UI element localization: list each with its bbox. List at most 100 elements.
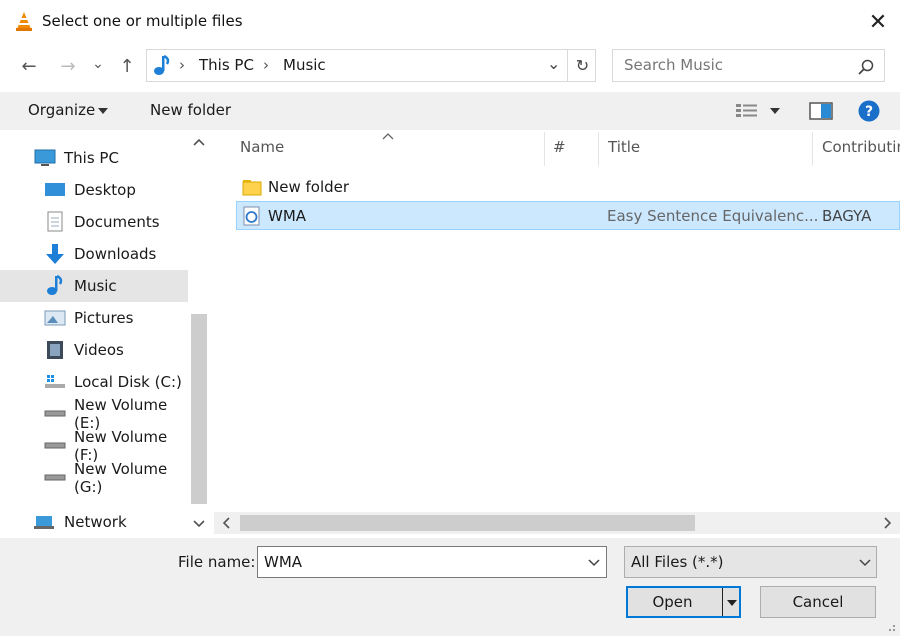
search-input[interactable]: Search Music <box>624 56 723 74</box>
sidebar-item-label: Local Disk (C:) <box>74 373 182 391</box>
search-icon[interactable] <box>858 59 874 75</box>
sidebar-item-videos[interactable]: Videos <box>0 334 188 366</box>
open-split-divider <box>722 588 723 616</box>
svg-text:?: ? <box>865 104 873 120</box>
folder-icon <box>242 179 262 195</box>
sidebar-item-label: Documents <box>74 213 160 231</box>
resize-grip-icon[interactable] <box>884 624 896 634</box>
sidebar-item-label: New Volume (E:) <box>74 396 168 432</box>
recent-locations-chevron-icon[interactable]: ⌄ <box>88 50 108 78</box>
horizontal-scroll-thumb[interactable] <box>240 515 695 531</box>
breadcrumb-separator: › <box>263 56 269 74</box>
scroll-right-icon[interactable] <box>884 517 892 529</box>
sidebar-item-documents[interactable]: Documents <box>0 206 188 238</box>
sort-ascending-icon <box>382 133 394 140</box>
file-row-new-folder[interactable]: New folder <box>236 172 900 201</box>
command-bar: Organize New folder ? <box>0 92 900 130</box>
open-button-label: Open <box>652 593 693 611</box>
column-divider[interactable] <box>598 132 599 166</box>
sidebar-item-desktop[interactable]: Desktop <box>0 174 188 206</box>
address-dropdown-chevron-icon[interactable]: ⌄ <box>547 54 560 73</box>
sidebar-item-new-volume-g[interactable]: New Volume (G:) <box>0 460 188 496</box>
open-dropdown-icon[interactable] <box>727 599 737 607</box>
sidebar-item-label: Network <box>64 513 127 531</box>
scroll-up-icon[interactable] <box>193 138 205 146</box>
cancel-button-label: Cancel <box>792 593 844 611</box>
videos-icon <box>44 339 66 361</box>
file-row-wma[interactable]: WMA Easy Sentence Equivalenc... BAGYA <box>236 201 900 230</box>
column-divider[interactable] <box>812 132 813 166</box>
organize-button[interactable]: Organize <box>28 101 95 119</box>
media-file-icon <box>243 206 260 225</box>
column-header-number[interactable]: # <box>553 138 566 156</box>
music-note-icon <box>154 55 170 75</box>
navigation-pane: This PC Desktop Documents Downloads Musi… <box>0 130 212 538</box>
organize-dropdown-icon[interactable] <box>98 107 108 115</box>
open-button[interactable]: Open <box>626 586 741 618</box>
new-folder-button[interactable]: New folder <box>150 101 231 119</box>
drive-icon <box>44 403 66 425</box>
column-header-title[interactable]: Title <box>608 138 640 156</box>
column-divider[interactable] <box>544 132 545 166</box>
file-name: New folder <box>268 177 350 196</box>
drive-icon <box>44 467 66 489</box>
sidebar-item-network[interactable]: Network <box>0 506 188 538</box>
breadcrumb-music[interactable]: Music <box>283 56 326 74</box>
address-bar[interactable]: › This PC › Music ⌄ <box>146 49 596 82</box>
view-options-dropdown-icon[interactable] <box>770 107 780 115</box>
file-contributing-artist: BAGYA <box>822 207 872 225</box>
file-name-label: File name: <box>178 553 256 571</box>
sidebar-item-label: Videos <box>74 341 124 359</box>
column-header-contributing[interactable]: Contributin <box>822 138 900 156</box>
file-name-field[interactable]: WMA <box>257 546 607 578</box>
refresh-icon[interactable]: ↻ <box>567 49 597 82</box>
music-icon <box>44 275 66 297</box>
horizontal-scrollbar[interactable] <box>214 512 900 534</box>
sidebar-item-downloads[interactable]: Downloads <box>0 238 188 270</box>
drive-icon <box>44 435 66 457</box>
sidebar-item-label: Music <box>74 277 117 295</box>
column-header-name[interactable]: Name <box>240 138 284 156</box>
file-name-dropdown-icon[interactable] <box>588 559 600 567</box>
sidebar-item-label: New Volume (F:) <box>74 428 168 464</box>
sidebar-item-label: Pictures <box>74 309 134 327</box>
sidebar-item-label: This PC <box>64 149 119 167</box>
local-disk-icon <box>44 371 66 393</box>
search-box[interactable]: Search Music <box>612 49 885 82</box>
help-icon[interactable]: ? <box>858 100 880 122</box>
sidebar-item-new-volume-f[interactable]: New Volume (F:) <box>0 428 188 464</box>
dialog-footer: File name: WMA All Files (*.*) Open Canc… <box>0 538 900 636</box>
sidebar-scrollbar[interactable] <box>188 130 210 528</box>
filter-dropdown-icon[interactable] <box>859 559 871 567</box>
sidebar-item-music[interactable]: Music <box>0 270 188 302</box>
file-type-filter-value: All Files (*.*) <box>631 553 724 571</box>
scroll-down-icon[interactable] <box>193 520 205 528</box>
documents-icon <box>44 211 66 233</box>
breadcrumb-separator: › <box>179 56 185 74</box>
sidebar-item-new-volume-e[interactable]: New Volume (E:) <box>0 396 188 432</box>
sidebar-item-pictures[interactable]: Pictures <box>0 302 188 334</box>
cancel-button[interactable]: Cancel <box>760 586 876 618</box>
pictures-icon <box>44 307 66 329</box>
file-type-filter-select[interactable]: All Files (*.*) <box>624 546 877 578</box>
sidebar-item-this-pc[interactable]: This PC <box>0 142 188 174</box>
up-arrow-icon[interactable]: ↑ <box>114 52 140 80</box>
breadcrumb-this-pc[interactable]: This PC <box>199 56 254 74</box>
sidebar-item-local-disk-c[interactable]: Local Disk (C:) <box>0 366 188 398</box>
back-arrow-icon[interactable]: ← <box>14 52 44 80</box>
file-name-input[interactable]: WMA <box>264 553 302 571</box>
scroll-left-icon[interactable] <box>222 517 230 529</box>
preview-pane-icon[interactable] <box>809 102 833 120</box>
view-details-icon[interactable] <box>736 103 758 119</box>
close-button[interactable]: ✕ <box>858 4 898 40</box>
sidebar-item-label: Desktop <box>74 181 136 199</box>
desktop-icon <box>44 179 66 201</box>
network-icon <box>34 511 56 533</box>
file-name: WMA <box>268 206 307 225</box>
forward-arrow-icon[interactable]: → <box>55 52 81 80</box>
sidebar-item-label: Downloads <box>74 245 157 263</box>
file-title: Easy Sentence Equivalenc... <box>607 207 819 225</box>
vlc-cone-icon <box>16 12 32 31</box>
sidebar-item-label: New Volume (G:) <box>74 460 168 496</box>
sidebar-scroll-thumb[interactable] <box>191 314 207 504</box>
